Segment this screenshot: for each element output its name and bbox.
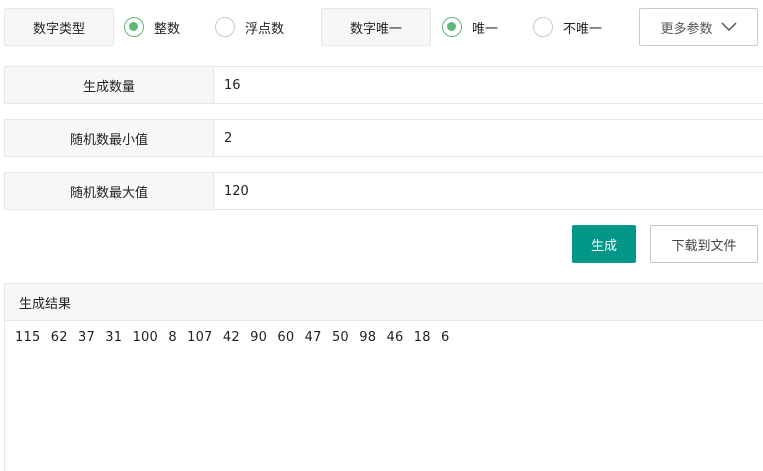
count-row: 生成数量 (4, 66, 763, 104)
chevron-down-icon (720, 22, 737, 32)
radio-not-unique[interactable]: 不唯一 (533, 8, 602, 46)
radio-label: 唯一 (472, 21, 499, 37)
radio-float[interactable]: 浮点数 (215, 8, 284, 46)
number-type-label: 数字类型 (4, 8, 114, 46)
min-row: 随机数最小值 (4, 119, 763, 157)
result-text[interactable]: 115 62 37 31 100 8 107 42 90 60 47 50 98… (5, 321, 763, 345)
result-panel: 生成结果 115 62 37 31 100 8 107 42 90 60 47 … (4, 283, 763, 471)
min-label: 随机数最小值 (5, 120, 214, 156)
uniqueness-label: 数字唯一 (321, 8, 431, 46)
radio-label: 浮点数 (245, 21, 285, 37)
min-input[interactable] (214, 120, 763, 156)
radio-checked-icon (442, 17, 462, 37)
count-input[interactable] (214, 67, 763, 103)
result-title: 生成结果 (5, 284, 763, 321)
radio-integer[interactable]: 整数 (124, 8, 180, 46)
radio-label: 整数 (154, 21, 181, 37)
radio-unique[interactable]: 唯一 (442, 8, 498, 46)
count-label: 生成数量 (5, 67, 214, 103)
more-params-button[interactable]: 更多参数 (639, 8, 758, 46)
max-input[interactable] (214, 173, 763, 209)
generate-button[interactable]: 生成 (572, 225, 636, 263)
radio-unchecked-icon (533, 17, 553, 37)
max-label: 随机数最大值 (5, 173, 214, 209)
radio-checked-icon (124, 17, 144, 37)
max-row: 随机数最大值 (4, 172, 763, 210)
download-button[interactable]: 下载到文件 (650, 225, 758, 263)
radio-label: 不唯一 (563, 21, 603, 37)
random-number-generator: 数字类型 整数 浮点数 数字唯一 唯一 不唯一 更多参数 生成数量 随机数最小值… (0, 0, 763, 471)
radio-unchecked-icon (215, 17, 235, 37)
